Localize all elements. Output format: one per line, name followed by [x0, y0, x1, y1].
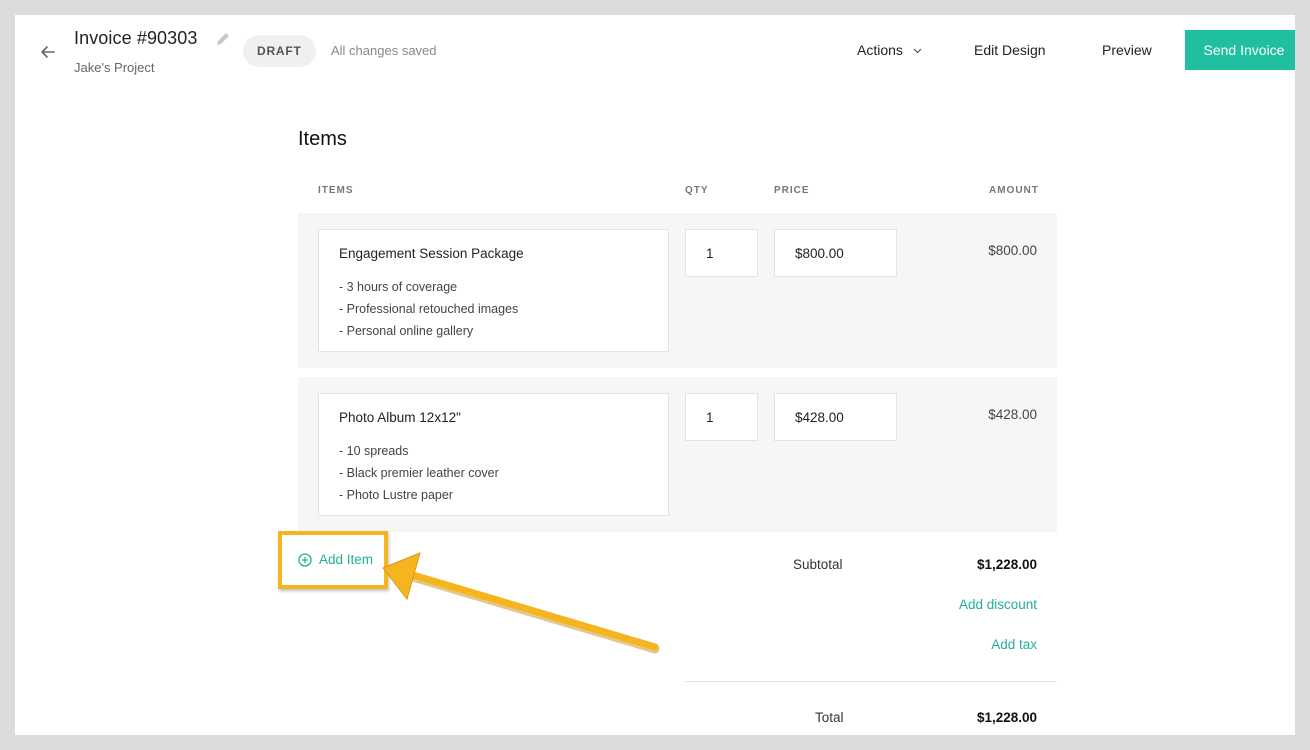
add-item-button[interactable]: Add Item: [298, 552, 373, 567]
add-item-label: Add Item: [319, 552, 374, 567]
item-detail-line: - 3 hours of coverage: [339, 280, 458, 294]
invoice-editor-page: Invoice #90303 Jake's Project DRAFT All …: [15, 15, 1295, 735]
actions-label: Actions: [857, 42, 903, 58]
back-arrow-icon[interactable]: [37, 41, 59, 63]
item-amount: $428.00: [988, 407, 1037, 422]
item-name: Engagement Session Package: [339, 246, 524, 261]
column-header-items: ITEMS: [318, 185, 354, 196]
column-header-price: PRICE: [774, 185, 810, 196]
send-invoice-button[interactable]: Send Invoice: [1185, 30, 1295, 70]
total-label: Total: [815, 710, 844, 725]
item-detail-line: - Professional retouched images: [339, 302, 519, 316]
items-section-title: Items: [298, 128, 347, 150]
preview-button[interactable]: Preview: [1102, 42, 1152, 58]
subtotal-label: Subtotal: [793, 557, 843, 572]
status-badge: DRAFT: [243, 35, 316, 67]
chevron-down-icon: [913, 48, 922, 54]
item-description-box[interactable]: Photo Album 12x12" - 10 spreads - Black …: [318, 393, 669, 516]
totals-divider: [685, 681, 1057, 682]
save-status-text: All changes saved: [331, 43, 437, 58]
subtotal-value: $1,228.00: [976, 557, 1037, 572]
line-item-row: Photo Album 12x12" - 10 spreads - Black …: [298, 377, 1057, 532]
item-name: Photo Album 12x12": [339, 410, 461, 425]
item-description-box[interactable]: Engagement Session Package - 3 hours of …: [318, 229, 669, 352]
item-detail-line: - Personal online gallery: [339, 324, 474, 338]
plus-circle-icon: [298, 552, 312, 567]
total-value: $1,228.00: [976, 710, 1037, 725]
price-input[interactable]: [774, 229, 897, 277]
annotation-arrow: [382, 552, 660, 654]
quantity-input[interactable]: [685, 393, 758, 441]
column-header-amount: AMOUNT: [989, 185, 1039, 196]
pencil-icon[interactable]: [215, 31, 231, 47]
price-input[interactable]: [774, 393, 897, 441]
quantity-input[interactable]: [685, 229, 758, 277]
edit-design-button[interactable]: Edit Design: [974, 42, 1046, 58]
add-tax-link[interactable]: Add tax: [877, 637, 1037, 652]
add-discount-link[interactable]: Add discount: [877, 597, 1037, 612]
item-amount: $800.00: [988, 243, 1037, 258]
line-item-row: Engagement Session Package - 3 hours of …: [298, 213, 1057, 368]
project-name: Jake's Project: [74, 60, 155, 75]
column-header-qty: QTY: [685, 185, 709, 196]
actions-dropdown[interactable]: Actions: [857, 42, 922, 58]
item-detail-line: - Photo Lustre paper: [339, 488, 453, 502]
invoice-title: Invoice #90303: [74, 28, 198, 48]
item-detail-line: - Black premier leather cover: [339, 466, 499, 480]
item-detail-line: - 10 spreads: [339, 444, 409, 458]
